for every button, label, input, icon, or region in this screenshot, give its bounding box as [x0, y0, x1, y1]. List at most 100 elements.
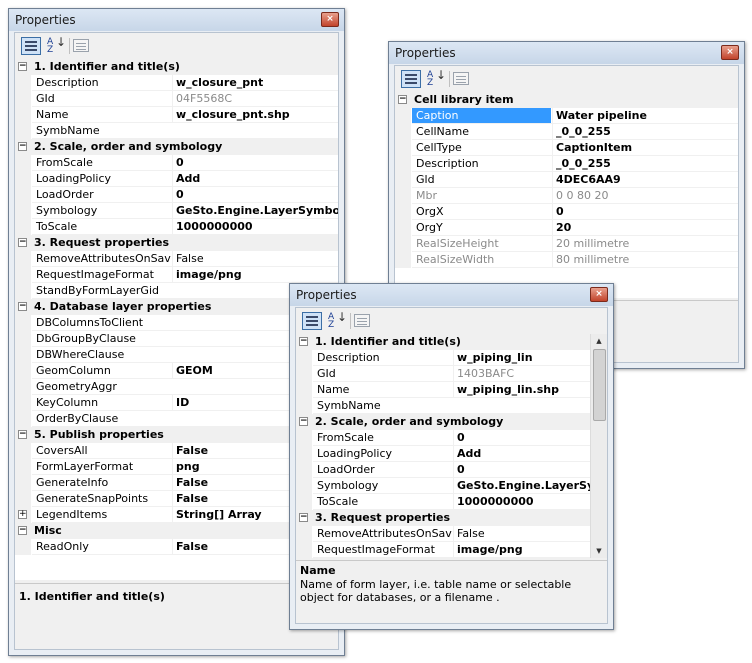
category-row[interactable]: −2. Scale, order and symbology [15, 139, 338, 155]
collapse-icon[interactable]: − [18, 238, 27, 247]
property-row[interactable]: Gld 4DEC6AA9 [395, 172, 738, 188]
title-bar[interactable]: Properties × [9, 9, 344, 31]
property-value[interactable]: 0 [453, 430, 591, 446]
property-row[interactable]: OrgX 0 [395, 204, 738, 220]
property-row[interactable]: CellType CaptionItem [395, 140, 738, 156]
collapse-icon[interactable]: − [299, 513, 308, 522]
property-row[interactable]: GId 1403BAFC [296, 366, 591, 382]
property-row[interactable]: Name w_piping_lin.shp [296, 382, 591, 398]
categorized-view-icon[interactable] [401, 70, 421, 88]
title-bar[interactable]: Properties × [290, 284, 613, 306]
property-row[interactable]: Description _0_0_255 [395, 156, 738, 172]
property-value[interactable]: False [172, 251, 338, 267]
property-row[interactable]: CellName _0_0_255 [395, 124, 738, 140]
alphabetical-sort-icon[interactable]: A Z ↓ [45, 36, 66, 55]
scrollbar-thumb[interactable] [593, 349, 606, 421]
property-row[interactable]: RequestImageFormat image/png [15, 267, 338, 283]
property-value[interactable]: _0_0_255 [552, 156, 738, 172]
category-row[interactable]: −1. Identifier and title(s) [15, 59, 338, 75]
property-value[interactable]: 1000000000 [453, 494, 591, 510]
alphabetical-sort-icon[interactable]: A Z ↓ [326, 311, 347, 330]
property-row[interactable]: Caption Water pipeline [395, 108, 738, 124]
alphabetical-sort-icon[interactable]: A Z ↓ [425, 69, 446, 88]
collapse-icon[interactable]: − [18, 526, 27, 535]
property-row[interactable]: GId 04F5568C [15, 91, 338, 107]
property-row[interactable]: Description w_closure_pnt [15, 75, 338, 91]
property-value[interactable]: _0_0_255 [552, 124, 738, 140]
property-value[interactable]: 0 [552, 204, 738, 220]
property-value[interactable]: 20 [552, 220, 738, 236]
collapse-icon[interactable]: − [299, 417, 308, 426]
property-value[interactable]: image/png [453, 542, 591, 558]
property-row[interactable]: RemoveAttributesOnSave False [296, 526, 591, 542]
property-pages-icon[interactable] [354, 314, 370, 327]
close-button[interactable]: × [321, 12, 339, 27]
property-value[interactable]: 4DEC6AA9 [552, 172, 738, 188]
property-value[interactable]: 0 0 80 20 [552, 188, 738, 204]
property-value[interactable]: w_closure_pnt [172, 75, 338, 91]
property-row[interactable]: RemoveAttributesOnSave False [15, 251, 338, 267]
collapse-icon[interactable]: − [18, 142, 27, 151]
property-value[interactable]: 0 [172, 155, 338, 171]
property-value[interactable]: w_closure_pnt.shp [172, 107, 338, 123]
property-row[interactable]: RealSizeHeight 20 millimetre [395, 236, 738, 252]
properties-panel: A Z ↓ −1. Identifier and title(s) Descrip… [295, 307, 608, 624]
property-row[interactable]: Symbology GeSto.Engine.LayerSymbologyDesc… [296, 478, 591, 494]
property-value[interactable]: Water pipeline [552, 108, 738, 124]
property-row[interactable]: LoadOrder 0 [296, 462, 591, 478]
collapse-icon[interactable]: − [398, 95, 407, 104]
property-row[interactable]: ToScale 1000000000 [296, 494, 591, 510]
property-row[interactable]: FromScale 0 [296, 430, 591, 446]
collapse-icon[interactable]: − [18, 302, 27, 311]
property-value[interactable]: 80 millimetre [552, 252, 738, 268]
close-button[interactable]: × [721, 45, 739, 60]
property-row[interactable]: Description w_piping_lin [296, 350, 591, 366]
scroll-down-icon[interactable]: ▼ [591, 544, 607, 558]
property-row[interactable]: LoadingPolicy Add [15, 171, 338, 187]
categorized-view-icon[interactable] [302, 312, 322, 330]
property-value[interactable]: 0 [453, 462, 591, 478]
property-value[interactable]: Add [172, 171, 338, 187]
property-value[interactable]: image/png [172, 267, 338, 283]
property-value[interactable]: GeSto.Engine.LayerSymbologyDescr [453, 478, 591, 494]
property-value[interactable]: 1000000000 [172, 219, 338, 235]
property-row[interactable]: SymbName [296, 398, 591, 414]
categorized-view-icon[interactable] [21, 37, 41, 55]
property-row[interactable]: LoadOrder 0 [15, 187, 338, 203]
property-value[interactable]: w_piping_lin [453, 350, 591, 366]
collapse-icon[interactable]: − [299, 337, 308, 346]
category-row[interactable]: −3. Request properties [296, 510, 591, 526]
property-value[interactable]: False [453, 526, 591, 542]
scroll-up-icon[interactable]: ▲ [591, 334, 607, 348]
property-row[interactable]: Mbr 0 0 80 20 [395, 188, 738, 204]
property-row[interactable]: LoadingPolicy Add [296, 446, 591, 462]
property-value[interactable]: 1403BAFC [453, 366, 591, 382]
property-row[interactable]: RealSizeWidth 80 millimetre [395, 252, 738, 268]
property-value[interactable]: Add [453, 446, 591, 462]
property-value[interactable]: CaptionItem [552, 140, 738, 156]
property-value[interactable]: 04F5568C [172, 91, 338, 107]
property-value[interactable]: w_piping_lin.shp [453, 382, 591, 398]
property-value[interactable]: 20 millimetre [552, 236, 738, 252]
property-row[interactable]: RequestImageFormat image/png [296, 542, 591, 558]
property-value[interactable]: GeSto.Engine.LayerSymbologyDescr [172, 203, 338, 219]
property-row[interactable]: ToScale 1000000000 [15, 219, 338, 235]
category-row[interactable]: −2. Scale, order and symbology [296, 414, 591, 430]
collapse-icon[interactable]: − [18, 430, 27, 439]
property-row[interactable]: Name w_closure_pnt.shp [15, 107, 338, 123]
close-button[interactable]: × [590, 287, 608, 302]
property-row[interactable]: FromScale 0 [15, 155, 338, 171]
expand-icon[interactable]: + [18, 510, 27, 519]
title-bar[interactable]: Properties × [389, 42, 744, 64]
property-pages-icon[interactable] [453, 72, 469, 85]
collapse-icon[interactable]: − [18, 62, 27, 71]
property-row[interactable]: OrgY 20 [395, 220, 738, 236]
property-row[interactable]: SymbName [15, 123, 338, 139]
property-row[interactable]: Symbology GeSto.Engine.LayerSymbologyDesc… [15, 203, 338, 219]
category-row[interactable]: −1. Identifier and title(s) [296, 334, 591, 350]
property-pages-icon[interactable] [73, 39, 89, 52]
property-value[interactable]: 0 [172, 187, 338, 203]
category-row[interactable]: −3. Request properties [15, 235, 338, 251]
category-row[interactable]: − Cell library item [395, 92, 738, 108]
vertical-scrollbar[interactable]: ▲ ▼ [590, 334, 607, 558]
